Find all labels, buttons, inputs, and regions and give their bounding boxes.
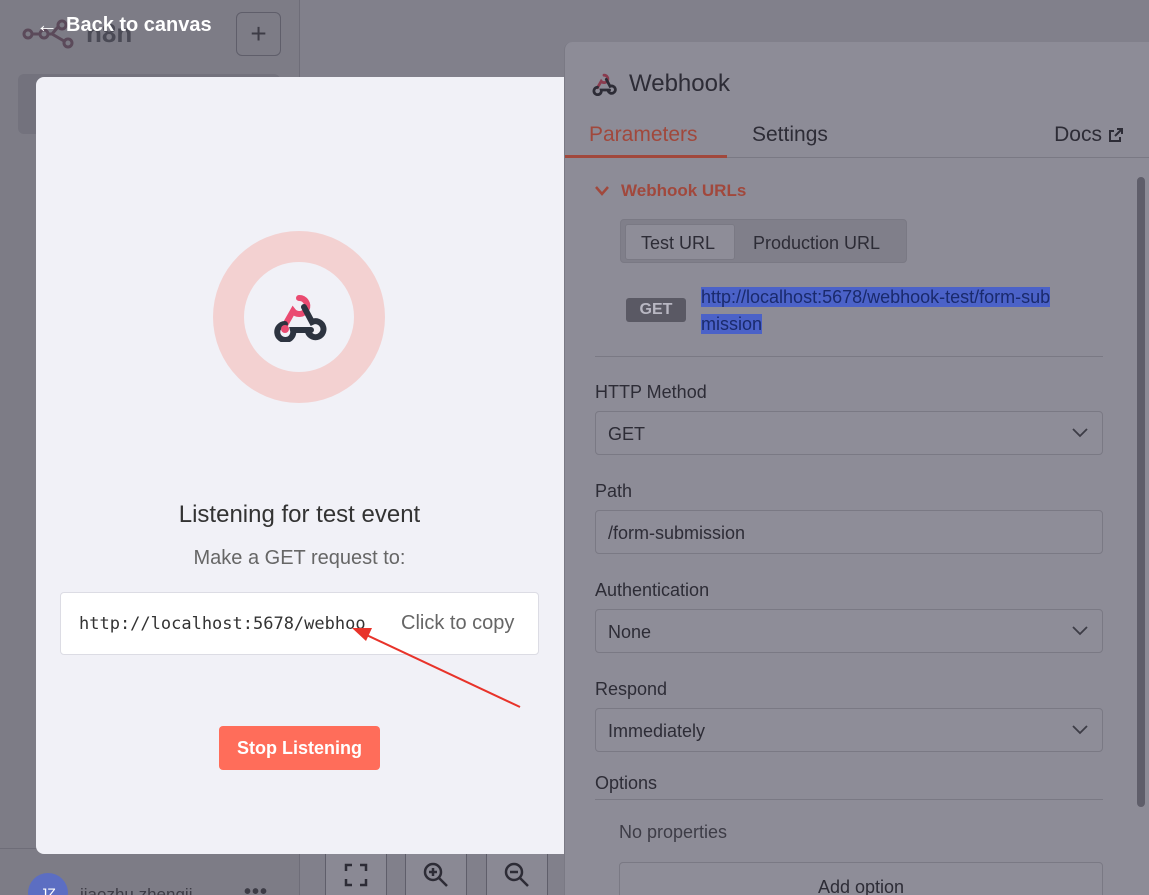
respond-value: Immediately [608,721,706,741]
listening-subtitle: Make a GET request to: [193,547,406,569]
path-label: Path [595,481,633,501]
user-area: JZ jiaozhu zhengjj ••• [0,848,300,895]
back-to-canvas-link[interactable]: ← Back to canvas [36,12,212,38]
arrow-left-icon: ← [36,12,58,37]
stop-listening-button[interactable]: Stop Listening [219,726,380,770]
docs-label: Docs [1054,123,1102,146]
http-method-value: GET [608,424,646,444]
webhook-url-line-2: mission [701,314,763,334]
respond-label: Respond [595,679,668,699]
listening-title: Listening for test event [178,501,421,528]
authentication-value: None [608,622,652,642]
node-settings-panel: Webhook Parameters Settings Docs Webhook… [564,42,1149,895]
divider [595,799,1103,800]
add-option-button[interactable]: Add option [619,862,1103,895]
external-link-icon [1109,128,1123,142]
fit-view-icon [344,863,368,887]
user-name: jiaozhu zhengjj [80,885,193,895]
add-workflow-button[interactable]: + [236,12,281,56]
node-tabs: Parameters Settings Docs [565,118,1149,158]
avatar[interactable]: JZ [28,873,68,895]
options-label: Options [595,773,658,793]
authentication-label: Authentication [595,580,710,600]
user-menu-button[interactable]: ••• [244,881,268,895]
chevron-down-icon [1072,718,1088,745]
node-title: Webhook [591,70,730,98]
node-title-text: Webhook [629,70,730,97]
copy-url-box[interactable]: http://localhost:5678/webhook-test/form-… [60,592,539,655]
listening-indicator [213,231,385,403]
fit-view-button[interactable] [325,850,387,895]
webhook-url-text[interactable]: http://localhost:5678/webhook-test/form-… [701,284,1093,338]
http-method-select[interactable]: GET [595,411,1103,455]
webhook-icon [274,295,327,342]
production-url-option[interactable]: Production URL [753,233,880,254]
active-tab-indicator [565,155,727,158]
path-input[interactable]: /form-submission [595,510,1103,554]
http-method-label: HTTP Method [595,382,707,402]
test-url-option[interactable]: Test URL [641,233,715,254]
zoom-in-icon [423,862,448,887]
chevron-down-icon [1072,421,1088,448]
listening-panel: Listening for test event Make a GET requ… [36,77,581,854]
method-badge: GET [626,298,686,322]
scrollbar[interactable] [1137,177,1145,807]
webhook-icon [592,73,617,96]
zoom-out-icon [504,862,529,887]
zoom-out-button[interactable] [486,850,548,895]
webhook-urls-heading: Webhook URLs [621,181,747,200]
path-value: /form-submission [608,523,746,543]
test-url-text: http://localhost:5678/webhook-test/form-… [79,614,365,634]
respond-select[interactable]: Immediately [595,708,1103,752]
copy-hint: Click to copy [401,612,515,634]
webhook-url-line-1: http://localhost:5678/webhook-test/form-… [701,287,1051,307]
authentication-select[interactable]: None [595,609,1103,653]
url-type-toggle: Test URL Production URL [620,219,907,263]
tab-parameters[interactable]: Parameters [589,123,698,147]
tab-settings[interactable]: Settings [752,123,828,147]
no-properties-text: No properties [619,822,728,842]
zoom-in-button[interactable] [405,850,467,895]
chevron-down-icon [595,186,609,196]
webhook-urls-toggle[interactable]: Webhook URLs [595,181,746,201]
chevron-down-icon [1072,619,1088,646]
docs-link[interactable]: Docs [1054,123,1124,147]
add-option-label: Add option [817,877,905,895]
back-to-canvas-label: Back to canvas [66,13,212,36]
divider [595,356,1103,357]
